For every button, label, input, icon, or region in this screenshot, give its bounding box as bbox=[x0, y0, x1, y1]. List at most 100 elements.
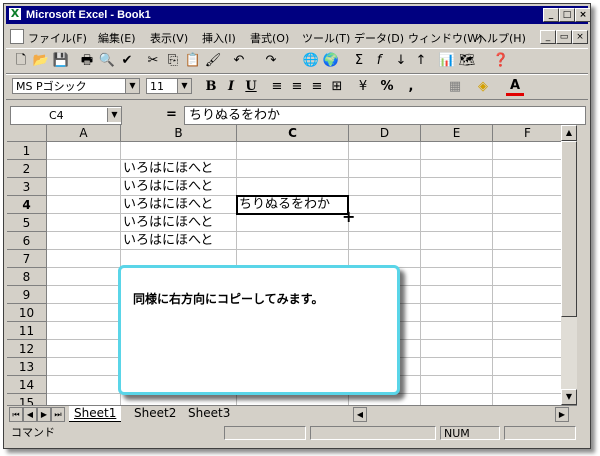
menu-data[interactable]: データ(D) bbox=[354, 30, 404, 46]
menu-tools[interactable]: ツール(T) bbox=[302, 30, 350, 46]
col-header-c[interactable]: C bbox=[237, 125, 349, 142]
scroll-up-icon[interactable]: ▲ bbox=[561, 125, 577, 141]
chevron-down-icon[interactable]: ▼ bbox=[125, 79, 139, 93]
redo-icon[interactable]: ↷ bbox=[262, 52, 280, 70]
col-header-e[interactable]: E bbox=[421, 125, 493, 142]
tab-sheet1[interactable]: Sheet1 bbox=[69, 406, 122, 422]
scroll-down-icon[interactable]: ▼ bbox=[561, 389, 577, 405]
doc-restore-icon[interactable]: ▭ bbox=[556, 30, 572, 44]
autosum-icon[interactable]: Σ bbox=[350, 52, 368, 70]
chevron-down-icon[interactable]: ▼ bbox=[177, 79, 191, 93]
active-cell-border bbox=[236, 195, 349, 215]
tab-sheet3[interactable]: Sheet3 bbox=[183, 406, 235, 421]
hscroll-right-icon[interactable]: ▶ bbox=[555, 407, 569, 422]
minimize-icon[interactable]: _ bbox=[543, 8, 559, 22]
row-header[interactable]: 7 bbox=[7, 250, 47, 268]
menu-insert[interactable]: 挿入(I) bbox=[202, 30, 236, 46]
align-center-icon[interactable]: ≡ bbox=[288, 78, 306, 96]
font-combo[interactable]: MS Pゴシック ▼ bbox=[12, 78, 140, 94]
last-sheet-icon[interactable]: ⏭ bbox=[51, 407, 65, 422]
bold-button[interactable]: B bbox=[202, 78, 220, 96]
sort-ascending-icon[interactable]: ↓ bbox=[392, 52, 410, 70]
menu-view[interactable]: 表示(V) bbox=[150, 30, 188, 46]
menu-edit[interactable]: 編集(E) bbox=[98, 30, 136, 46]
web-toolbar-icon[interactable]: 🌍 bbox=[322, 52, 340, 70]
doc-close-icon[interactable]: × bbox=[572, 30, 588, 44]
underline-button[interactable]: U bbox=[242, 78, 260, 96]
chevron-down-icon[interactable]: ▼ bbox=[107, 108, 121, 122]
font-color-button[interactable]: A bbox=[506, 78, 524, 96]
cell-b2[interactable]: いろはにほへと bbox=[121, 160, 213, 178]
first-sheet-icon[interactable]: ⏮ bbox=[9, 407, 23, 422]
tab-sheet2[interactable]: Sheet2 bbox=[129, 406, 181, 421]
cell-b5[interactable]: いろはにほへと bbox=[121, 214, 213, 232]
select-all-corner[interactable] bbox=[7, 125, 47, 142]
cell-b6[interactable]: いろはにほへと bbox=[121, 232, 213, 250]
print-icon[interactable]: 🖶 bbox=[78, 52, 96, 70]
spelling-icon[interactable]: ✔ bbox=[118, 52, 136, 70]
col-header-a[interactable]: A bbox=[47, 125, 121, 142]
borders-icon[interactable]: ▦ bbox=[446, 78, 464, 96]
prev-sheet-icon[interactable]: ◀ bbox=[23, 407, 37, 422]
merge-center-icon[interactable]: ⊞ bbox=[328, 78, 346, 96]
menu-window[interactable]: ウィンドウ(W) bbox=[408, 30, 482, 46]
cell-b3[interactable]: いろはにほへと bbox=[121, 178, 213, 196]
print-preview-icon[interactable]: 🔍 bbox=[98, 52, 116, 70]
row-header[interactable]: 9 bbox=[7, 286, 47, 304]
font-size-combo[interactable]: 11 ▼ bbox=[146, 78, 192, 94]
new-icon[interactable]: 🗋 bbox=[12, 52, 30, 70]
row-header[interactable]: 15 bbox=[7, 394, 47, 405]
open-icon[interactable]: 📂 bbox=[32, 52, 50, 70]
sort-descending-icon[interactable]: ↑ bbox=[412, 52, 430, 70]
row-header[interactable]: 2 bbox=[7, 160, 47, 178]
currency-icon[interactable]: ¥ bbox=[354, 78, 372, 96]
workbook-icon[interactable] bbox=[10, 29, 24, 44]
comma-button[interactable]: , bbox=[402, 78, 420, 96]
col-header-f[interactable]: F bbox=[493, 125, 561, 142]
doc-minimize-icon[interactable]: _ bbox=[540, 30, 556, 44]
chart-wizard-icon[interactable]: 📊 bbox=[438, 52, 456, 70]
paste-icon[interactable]: 📋 bbox=[184, 52, 202, 70]
row-header[interactable]: 10 bbox=[7, 304, 47, 322]
italic-button[interactable]: I bbox=[222, 78, 240, 96]
map-icon[interactable]: 🗺 bbox=[458, 52, 476, 70]
window-title: Microsoft Excel - Book1 bbox=[26, 9, 151, 21]
row-header[interactable]: 8 bbox=[7, 268, 47, 286]
format-painter-icon[interactable]: 🖌 bbox=[204, 52, 222, 70]
hyperlink-icon[interactable]: 🌐 bbox=[302, 52, 320, 70]
hscroll-left-icon[interactable]: ◀ bbox=[353, 407, 367, 422]
align-left-icon[interactable]: ≡ bbox=[268, 78, 286, 96]
row-header[interactable]: 1 bbox=[7, 142, 47, 160]
cell-b4[interactable]: いろはにほへと bbox=[121, 196, 213, 214]
office-assistant-icon[interactable]: ❓ bbox=[492, 52, 510, 70]
next-sheet-icon[interactable]: ▶ bbox=[37, 407, 51, 422]
vertical-scrollbar[interactable]: ▲ ▼ bbox=[561, 125, 577, 405]
col-header-d[interactable]: D bbox=[349, 125, 421, 142]
row-header[interactable]: 5 bbox=[7, 214, 47, 232]
row-header[interactable]: 11 bbox=[7, 322, 47, 340]
col-header-b[interactable]: B bbox=[121, 125, 237, 142]
align-right-icon[interactable]: ≡ bbox=[308, 78, 326, 96]
name-box[interactable]: C4 ▼ bbox=[10, 106, 122, 125]
row-header[interactable]: 13 bbox=[7, 358, 47, 376]
menu-file[interactable]: ファイル(F) bbox=[28, 30, 87, 46]
close-icon[interactable]: × bbox=[575, 8, 590, 22]
undo-icon[interactable]: ↶ bbox=[230, 52, 248, 70]
row-header[interactable]: 3 bbox=[7, 178, 47, 196]
menu-format[interactable]: 書式(O) bbox=[250, 30, 289, 46]
function-icon[interactable]: f bbox=[370, 52, 388, 70]
row-header[interactable]: 6 bbox=[7, 232, 47, 250]
copy-icon[interactable]: ⎘ bbox=[164, 52, 182, 70]
instruction-callout: 同様に右方向にコピーしてみます。 bbox=[118, 265, 400, 395]
cut-icon[interactable]: ✂ bbox=[144, 52, 162, 70]
row-header[interactable]: 14 bbox=[7, 376, 47, 394]
row-header[interactable]: 4 bbox=[7, 196, 47, 214]
maximize-icon[interactable]: □ bbox=[559, 8, 575, 22]
save-icon[interactable]: 💾 bbox=[52, 52, 70, 70]
row-header[interactable]: 12 bbox=[7, 340, 47, 358]
fill-color-icon[interactable]: ◈ bbox=[474, 78, 492, 96]
menu-help[interactable]: ヘルプ(H) bbox=[476, 30, 526, 46]
scroll-thumb[interactable] bbox=[561, 141, 577, 317]
percent-button[interactable]: % bbox=[378, 78, 396, 96]
formula-input[interactable]: ちりぬるをわか bbox=[184, 106, 586, 125]
